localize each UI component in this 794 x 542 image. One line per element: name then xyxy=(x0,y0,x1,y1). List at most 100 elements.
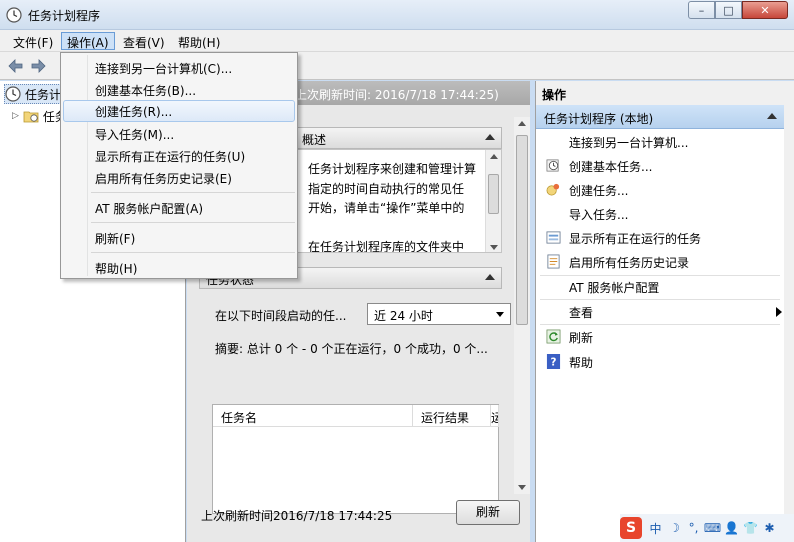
menu-separator xyxy=(91,222,295,223)
expand-arrow-icon[interactable]: ▷ xyxy=(12,111,19,121)
action-label: 导入任务... xyxy=(569,208,629,222)
action-show-running-tasks[interactable]: 显示所有正在运行的任务 xyxy=(540,227,784,249)
task-scheduler-clock-icon xyxy=(6,7,22,23)
column-header-more[interactable]: 运 xyxy=(491,405,499,427)
actions-section-header[interactable]: 任务计划程序 (本地) xyxy=(536,105,785,129)
status-box: 在以下时间段启动的任... 近 24 小时 摘要: 总计 0 个 - 0 个正在… xyxy=(199,291,511,514)
action-label: 创建任务... xyxy=(569,184,629,198)
scroll-down-icon[interactable] xyxy=(490,245,498,250)
ime-chinese-mode[interactable]: 中 xyxy=(646,519,665,537)
title-bar: 任务计划程序 – □ ✕ xyxy=(0,0,794,30)
refresh-button[interactable]: 刷新 xyxy=(456,500,520,525)
history-icon xyxy=(547,254,560,269)
action-create-task[interactable]: 创建任务... xyxy=(540,179,784,201)
menu-view[interactable]: 查看(V) xyxy=(117,32,171,50)
overview-line: 开始，请单击“操作”菜单中的 xyxy=(308,201,465,215)
menu-separator xyxy=(91,252,295,253)
actions-scrollbar[interactable] xyxy=(784,105,794,542)
action-label: 显示所有正在运行的任务 xyxy=(569,232,702,246)
scroll-down-icon[interactable] xyxy=(518,485,526,490)
ime-logo-icon[interactable]: S xyxy=(620,517,642,539)
menu-item-refresh[interactable]: 刷新(F) xyxy=(63,227,295,249)
task-create-icon xyxy=(546,183,560,196)
collapse-arrow-icon[interactable] xyxy=(767,113,777,119)
action-enable-history[interactable]: 启用所有任务历史记录 xyxy=(540,251,784,273)
status-period-label: 在以下时间段启动的任... xyxy=(215,309,347,323)
action-label: 帮助 xyxy=(569,356,594,370)
overview-text: 任务计划程序来创建和管理计算 指定的时间自动执行的常见任 开始，请单击“操作”菜… xyxy=(308,160,484,253)
summary-scroll-thumb[interactable] xyxy=(516,135,528,325)
forward-arrow-icon[interactable] xyxy=(30,58,46,74)
action-menu-dropdown: 连接到另一台计算机(C)... 创建基本任务(B)... 创建任务(R)... … xyxy=(60,52,298,279)
menu-item-create-task[interactable]: 创建任务(R)... xyxy=(63,100,295,122)
action-label: 连接到另一台计算机... xyxy=(569,136,689,150)
action-label: 启用所有任务历史记录 xyxy=(569,256,690,270)
window-title: 任务计划程序 xyxy=(28,9,101,23)
menu-item-import-task[interactable]: 导入任务(M)... xyxy=(63,123,295,145)
help-icon: ? xyxy=(546,354,561,369)
menu-item-show-running[interactable]: 显示所有正在运行的任务(U) xyxy=(63,145,295,167)
action-at-service-config[interactable]: AT 服务帐户配置 xyxy=(540,276,784,298)
actions-section-label: 任务计划程序 (本地) xyxy=(544,112,654,126)
menu-file[interactable]: 文件(F) xyxy=(7,32,59,50)
menu-item-enable-history[interactable]: 启用所有任务历史记录(E) xyxy=(63,167,295,189)
status-period-select[interactable]: 近 24 小时 xyxy=(367,303,511,325)
action-help[interactable]: ? 帮助 xyxy=(540,351,784,373)
overview-line: 指定的时间自动执行的常见任 xyxy=(308,181,465,196)
user-icon[interactable]: 👤 xyxy=(722,519,741,537)
clock-icon xyxy=(5,86,21,102)
menu-separator xyxy=(91,192,295,193)
close-button[interactable]: ✕ xyxy=(742,1,788,19)
actions-pane: 操作 任务计划程序 (本地) 连接到另一台计算机... 创建基本任务... 创建… xyxy=(535,81,794,542)
punctuation-icon[interactable]: °, xyxy=(684,519,703,537)
action-import-task[interactable]: 导入任务... xyxy=(540,203,784,225)
window-controls: – □ ✕ xyxy=(688,1,788,19)
running-tasks-icon xyxy=(546,231,561,244)
maximize-button[interactable]: □ xyxy=(715,1,742,19)
scroll-up-icon[interactable] xyxy=(518,121,526,126)
summary-scrollbar[interactable] xyxy=(514,117,530,494)
scroll-up-icon[interactable] xyxy=(490,154,498,159)
overview-scrollbar[interactable] xyxy=(485,150,501,252)
action-label: AT 服务帐户配置 xyxy=(569,281,660,295)
action-connect-computer[interactable]: 连接到另一台计算机... xyxy=(540,131,784,153)
refresh-icon xyxy=(546,329,561,344)
menu-item-at-service[interactable]: AT 服务帐户配置(A) xyxy=(63,197,295,219)
menu-item-help[interactable]: 帮助(H) xyxy=(63,257,295,279)
actions-divider xyxy=(540,324,780,325)
submenu-arrow-icon xyxy=(776,307,782,317)
menu-item-connect-computer[interactable]: 连接到另一台计算机(C)... xyxy=(63,57,295,79)
actions-title: 操作 xyxy=(536,81,794,105)
menu-item-create-basic-task[interactable]: 创建基本任务(B)... xyxy=(63,79,295,101)
skin-icon[interactable]: 👕 xyxy=(741,519,760,537)
action-refresh[interactable]: 刷新 xyxy=(540,326,784,348)
overview-line: 任务计划程序来创建和管理计算 xyxy=(308,162,477,176)
dropdown-caret-icon xyxy=(496,312,504,317)
action-label: 查看 xyxy=(569,306,594,320)
clock-wizard-icon xyxy=(546,159,559,172)
action-view[interactable]: 查看 xyxy=(540,301,784,323)
status-period-value: 近 24 小时 xyxy=(374,309,433,323)
folder-clock-icon xyxy=(23,111,39,123)
menu-bar: 文件(F) 操作(A) 查看(V) 帮助(H) xyxy=(0,30,794,52)
menu-action[interactable]: 操作(A) xyxy=(61,32,115,50)
status-summary: 摘要: 总计 0 个 - 0 个正在运行，0 个成功，0 个... xyxy=(215,342,488,356)
settings-icon[interactable]: ✱ xyxy=(760,519,779,537)
collapse-arrow-icon[interactable] xyxy=(485,274,495,280)
back-arrow-icon[interactable] xyxy=(8,58,24,74)
keyboard-icon[interactable]: ⌨ xyxy=(703,519,722,537)
column-header-task-name[interactable]: 任务名 xyxy=(213,405,413,427)
overview-line xyxy=(308,219,484,239)
action-label: 刷新 xyxy=(569,331,594,345)
action-label: 创建基本任务... xyxy=(569,160,653,174)
column-header-run-result[interactable]: 运行结果 xyxy=(413,405,491,427)
overview-scroll-thumb[interactable] xyxy=(488,174,499,214)
minimize-button[interactable]: – xyxy=(688,1,715,19)
menu-help[interactable]: 帮助(H) xyxy=(172,32,226,50)
overview-line: 在任务计划程序库的文件夹中 xyxy=(308,240,465,253)
moon-icon[interactable]: ☽ xyxy=(665,519,684,537)
last-refresh-text: 上次刷新时间2016/7/18 17:44:25 xyxy=(201,509,393,523)
collapse-arrow-icon[interactable] xyxy=(485,134,495,140)
action-create-basic-task[interactable]: 创建基本任务... xyxy=(540,155,784,177)
task-table: 任务名 运行结果 运 xyxy=(212,404,499,514)
